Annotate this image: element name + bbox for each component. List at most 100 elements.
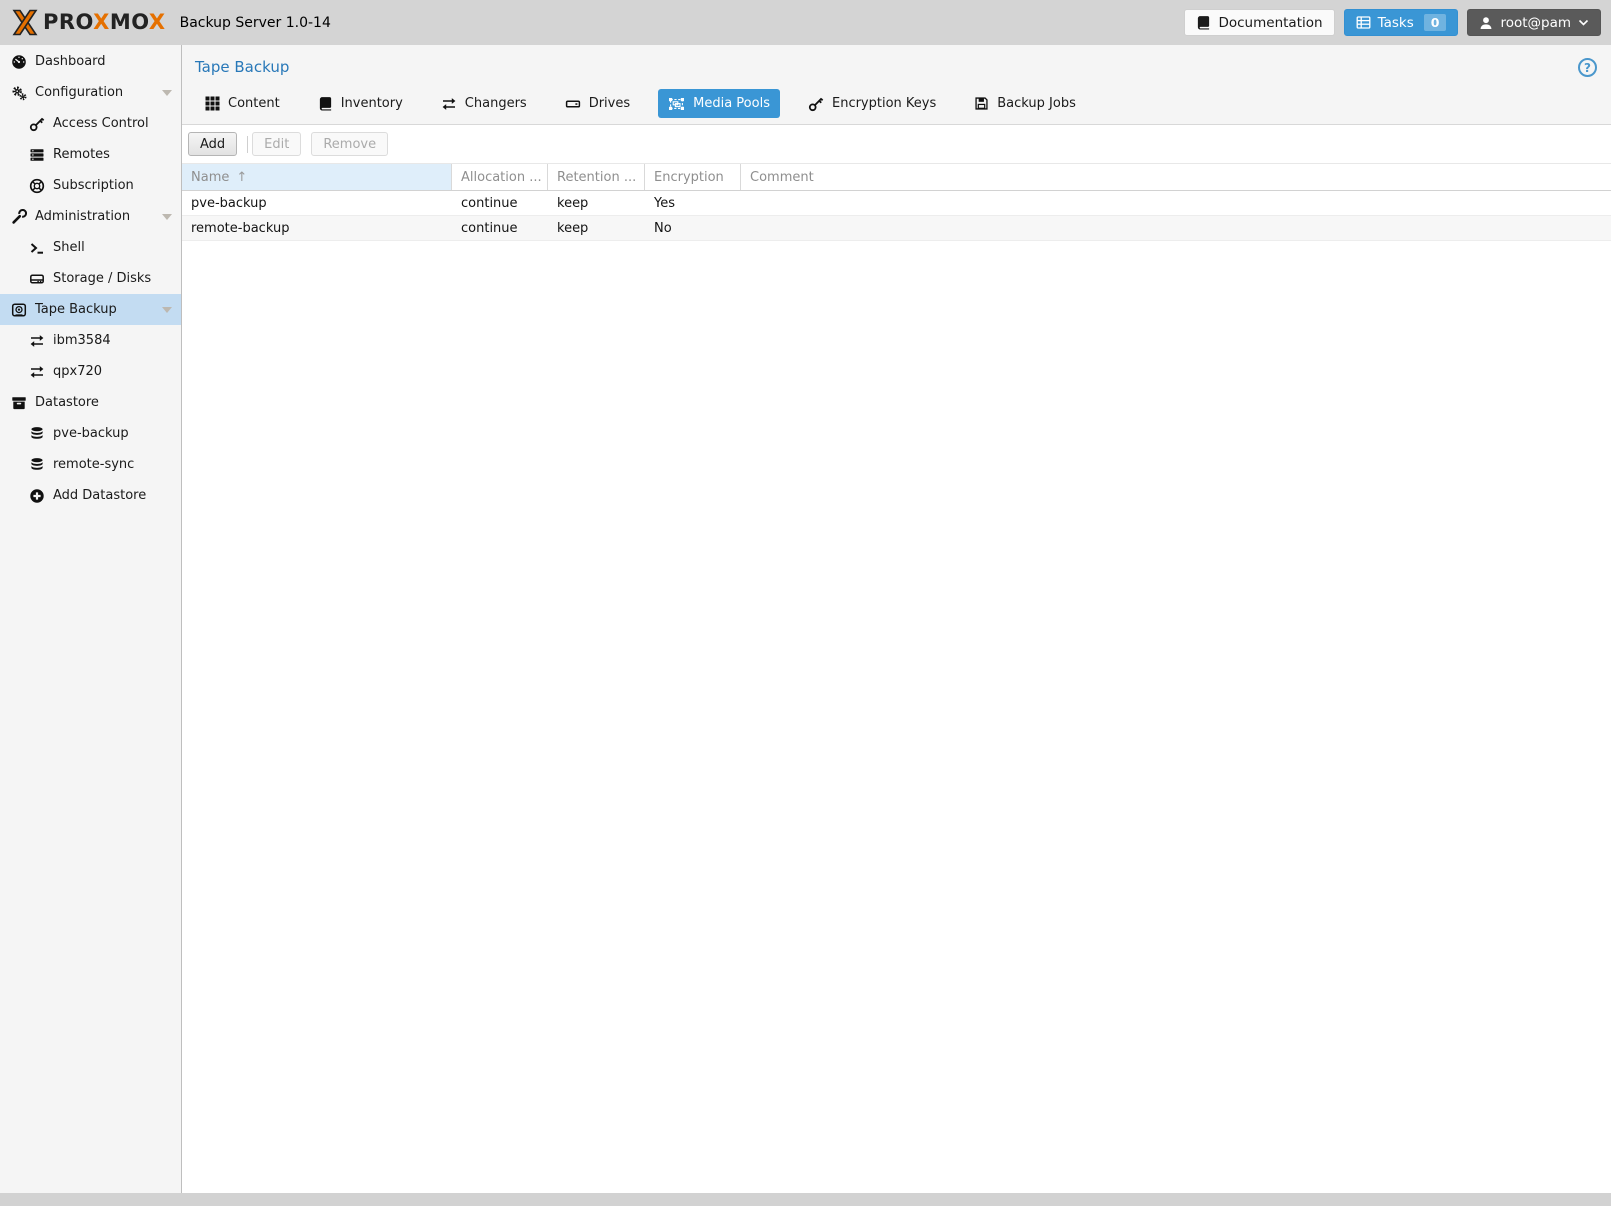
book-icon: [1196, 15, 1211, 30]
tab-changers[interactable]: Changers: [431, 89, 537, 118]
floppy-icon: [974, 96, 989, 111]
remotes-icon: [28, 147, 46, 163]
dashboard-icon: [10, 54, 28, 70]
tasks-button[interactable]: Tasks 0: [1344, 9, 1459, 36]
tab-drives[interactable]: Drives: [555, 89, 640, 118]
sidebar-item-configuration[interactable]: Configuration: [0, 77, 181, 108]
key-icon: [808, 96, 824, 112]
tab-label: Backup Jobs: [997, 96, 1076, 111]
sidebar-item-label: Add Datastore: [53, 488, 146, 503]
sidebar-item-dashboard[interactable]: Dashboard: [0, 46, 181, 77]
logo-segment: MO: [110, 10, 149, 34]
cell-encryption: No: [645, 221, 741, 236]
chevron-down-icon: [1578, 17, 1589, 28]
sidebar-item-label: Access Control: [53, 116, 149, 131]
proxmox-logo: PROXMOX: [10, 8, 166, 37]
life-ring-icon: [28, 178, 46, 194]
book-icon: [318, 96, 333, 111]
sidebar-item-qpx720[interactable]: qpx720: [0, 356, 181, 387]
main-header: Tape Backup ?: [182, 45, 1611, 77]
exchange-icon: [28, 333, 46, 349]
media-pools-content: Add Edit Remove Name ↑ Allocation ... Reten…: [182, 125, 1611, 1193]
logo-segment: X: [149, 10, 166, 34]
column-header-label: Name: [191, 170, 229, 185]
grid-icon: [205, 96, 220, 111]
tab-encryption-keys[interactable]: Encryption Keys: [798, 89, 946, 118]
sidebar-item-label: ibm3584: [53, 333, 111, 348]
collapse-caret-icon[interactable]: [162, 90, 172, 96]
tab-content[interactable]: Content: [195, 89, 290, 118]
sidebar-item-pve-backup[interactable]: pve-backup: [0, 418, 181, 449]
object-group-icon: [668, 96, 685, 112]
column-header-label: Retention ...: [557, 170, 636, 185]
table-row[interactable]: remote-backupcontinuekeepNo: [182, 216, 1611, 241]
sidebar-item-label: Subscription: [53, 178, 134, 193]
toolbar-separator: [247, 136, 248, 153]
documentation-button[interactable]: Documentation: [1184, 9, 1334, 36]
sidebar-item-label: pve-backup: [53, 426, 129, 441]
cell-retention: keep: [548, 196, 645, 211]
plus-circle-icon: [28, 488, 46, 504]
sidebar-item-label: Administration: [35, 209, 130, 224]
column-header-label: Comment: [750, 170, 814, 185]
proxmox-x-icon: [10, 8, 40, 37]
sidebar-item-label: Shell: [53, 240, 85, 255]
sidebar-item-label: Dashboard: [35, 54, 106, 69]
table-body: pve-backupcontinuekeepYesremote-backupco…: [182, 191, 1611, 241]
sidebar-item-label: qpx720: [53, 364, 102, 379]
sidebar-item-label: Storage / Disks: [53, 271, 151, 286]
collapse-caret-icon[interactable]: [162, 307, 172, 313]
sidebar-item-remote-sync[interactable]: remote-sync: [0, 449, 181, 480]
hdd-icon: [28, 271, 46, 287]
user-icon: [1479, 16, 1493, 30]
sidebar-item-label: remote-sync: [53, 457, 134, 472]
add-button[interactable]: Add: [188, 132, 237, 156]
edit-button[interactable]: Edit: [252, 132, 301, 156]
column-header-retention[interactable]: Retention ...: [548, 164, 645, 190]
column-header-name[interactable]: Name ↑: [182, 164, 452, 190]
column-header-allocation[interactable]: Allocation ...: [452, 164, 548, 190]
sort-up-icon: ↑: [236, 170, 247, 185]
table-header: Name ↑ Allocation ... Retention ... Encrypti…: [182, 163, 1611, 191]
sidebar-item-ibm3584[interactable]: ibm3584: [0, 325, 181, 356]
database-icon: [28, 426, 46, 442]
tasks-label: Tasks: [1378, 15, 1414, 31]
help-icon[interactable]: ?: [1578, 58, 1597, 77]
sidebar-item-add-datastore[interactable]: Add Datastore: [0, 480, 181, 511]
tab-media-pools[interactable]: Media Pools: [658, 89, 780, 118]
tab-inventory[interactable]: Inventory: [308, 89, 413, 118]
column-header-encryption[interactable]: Encryption: [645, 164, 741, 190]
column-header-comment[interactable]: Comment: [741, 164, 1611, 190]
cell-allocation: continue: [452, 221, 548, 236]
sidebar-item-label: Configuration: [35, 85, 123, 100]
documentation-label: Documentation: [1218, 15, 1322, 31]
remove-button[interactable]: Remove: [311, 132, 388, 156]
sidebar-item-storage-disks[interactable]: Storage / Disks: [0, 263, 181, 294]
tab-label: Content: [228, 96, 280, 111]
proxmox-wordmark: PROXMOX: [43, 12, 166, 33]
tab-bar: Content Inventory Changers Drives Media Pool…: [182, 77, 1611, 125]
tab-backup-jobs[interactable]: Backup Jobs: [964, 89, 1086, 118]
sidebar-item-datastore[interactable]: Datastore: [0, 387, 181, 418]
logo-segment: PRO: [43, 10, 93, 34]
column-header-label: Allocation ...: [461, 170, 542, 185]
sidebar-item-label: Datastore: [35, 395, 99, 410]
sidebar-item-subscription[interactable]: Subscription: [0, 170, 181, 201]
table-row[interactable]: pve-backupcontinuekeepYes: [182, 191, 1611, 216]
tape-icon: [10, 302, 28, 318]
sidebar-item-access-control[interactable]: Access Control: [0, 108, 181, 139]
tab-label: Inventory: [341, 96, 403, 111]
user-menu-button[interactable]: root@pam: [1467, 9, 1601, 36]
sidebar-item-remotes[interactable]: Remotes: [0, 139, 181, 170]
sidebar-item-shell[interactable]: Shell: [0, 232, 181, 263]
sidebar-item-administration[interactable]: Administration: [0, 201, 181, 232]
collapse-caret-icon[interactable]: [162, 214, 172, 220]
wrench-icon: [10, 209, 28, 225]
page-title: Tape Backup: [195, 58, 289, 76]
gears-icon: [10, 85, 28, 101]
tasks-count-badge: 0: [1424, 14, 1447, 31]
topbar: PROXMOX Backup Server 1.0-14 Documentati…: [0, 0, 1611, 45]
key-icon: [28, 116, 46, 132]
column-header-label: Encryption: [654, 170, 724, 185]
sidebar-item-tape-backup[interactable]: Tape Backup: [0, 294, 181, 325]
